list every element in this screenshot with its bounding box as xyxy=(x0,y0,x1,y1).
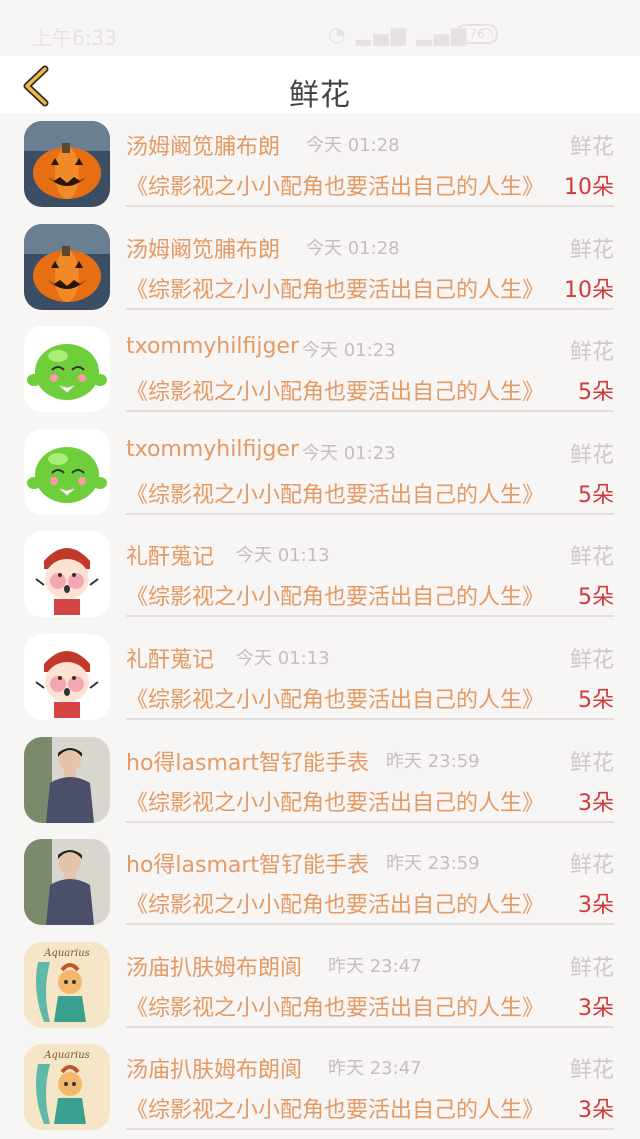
list-item[interactable]: 礼酐蒐记 今天 01:13 鲜花 《综影视之小小配角也要活出自己的人生》 5朵 xyxy=(0,523,640,626)
book-title: 《综影视之小小配角也要活出自己的人生》 xyxy=(126,893,545,919)
user-name: ho得lasmart智钌能手表 xyxy=(126,853,370,879)
svg-text:Aquarius: Aquarius xyxy=(43,1050,90,1061)
user-name: 汤庙扒肤姆布朗阆 xyxy=(126,955,303,981)
book-title: 《综影视之小小配角也要活出自己的人生》 xyxy=(126,687,545,713)
gift-type: 鲜花 xyxy=(569,647,614,673)
time-stamp: 昨天 23:47 xyxy=(328,1058,422,1080)
book-title: 《综影视之小小配角也要活出自己的人生》 xyxy=(126,995,545,1021)
avatar[interactable] xyxy=(24,428,110,515)
user-name: 礼酐蒐记 xyxy=(126,647,215,673)
list-item[interactable]: txommyhilfijger 今天 01:23 鲜花 《综影视之小小配角也要活出自己… xyxy=(0,421,640,524)
user-name: txommyhilfijger xyxy=(126,436,299,462)
list-item[interactable]: ho得lasmart智钌能手表 昨天 23:59 鲜花 《综影视之小小配角也要活出自己… xyxy=(0,831,640,934)
flower-count: 10朵 xyxy=(564,277,614,303)
gift-type: 鲜花 xyxy=(569,750,614,776)
aquarius-avatar-icon: Aquarius xyxy=(24,1044,110,1131)
flower-count: 3朵 xyxy=(578,995,614,1021)
gift-type: 鲜花 xyxy=(569,1058,614,1084)
gift-type: 鲜花 xyxy=(569,545,614,571)
row-divider xyxy=(126,410,614,413)
list-item[interactable]: txommyhilfijger 今天 01:23 鲜花 《综影视之小小配角也要活出自己… xyxy=(0,318,640,421)
battery-icon: 76 xyxy=(456,24,498,44)
book-title: 《综影视之小小配角也要活出自己的人生》 xyxy=(126,277,545,303)
avatar[interactable] xyxy=(24,326,110,413)
flower-count: 5朵 xyxy=(578,380,614,406)
time-stamp: 今天 01:28 xyxy=(306,237,400,259)
avatar[interactable] xyxy=(24,633,110,720)
row-divider xyxy=(126,307,614,310)
flower-count: 10朵 xyxy=(564,175,614,200)
row-divider xyxy=(126,923,614,926)
svg-text:Aquarius: Aquarius xyxy=(43,948,90,959)
avatar[interactable] xyxy=(24,531,110,618)
status-bar: 上午6:33 ◔ ▂▄▆ ▂▄▆ ◠ 76 xyxy=(0,0,640,56)
row-divider xyxy=(126,820,614,823)
flower-count: 5朵 xyxy=(578,482,614,508)
user-name: 汤姆阚笕脯布朗 xyxy=(126,237,281,263)
book-title: 《综影视之小小配角也要活出自己的人生》 xyxy=(126,482,545,508)
list-item[interactable]: 礼酐蒐记 今天 01:13 鲜花 《综影视之小小配角也要活出自己的人生》 5朵 xyxy=(0,626,640,729)
row-divider xyxy=(126,717,614,720)
cartoon-face-avatar-icon xyxy=(24,531,110,618)
time-stamp: 昨天 23:47 xyxy=(328,955,422,977)
person-photo-avatar-icon xyxy=(24,736,110,823)
pumpkin-avatar-icon xyxy=(24,121,110,207)
page-title: 鲜花 xyxy=(289,78,351,113)
time-stamp: 昨天 23:59 xyxy=(386,853,480,875)
gift-type: 鲜花 xyxy=(569,853,614,879)
flower-count: 3朵 xyxy=(578,893,614,919)
row-divider xyxy=(126,1128,614,1131)
avatar[interactable]: Aquarius xyxy=(24,941,110,1028)
cartoon-face-avatar-icon xyxy=(24,633,110,720)
gift-type: 鲜花 xyxy=(569,442,614,468)
row-divider xyxy=(126,205,614,207)
avatar[interactable] xyxy=(24,121,110,207)
book-title: 《综影视之小小配角也要活出自己的人生》 xyxy=(126,1098,545,1124)
book-title: 《综影视之小小配角也要活出自己的人生》 xyxy=(126,175,545,200)
flower-count: 5朵 xyxy=(578,585,614,611)
time-stamp: 今天 01:13 xyxy=(236,545,330,567)
avatar[interactable]: Aquarius xyxy=(24,1044,110,1131)
avatar[interactable] xyxy=(24,736,110,823)
status-time: 上午6:33 xyxy=(32,26,117,50)
flower-list: 汤姆阚笕脯布朗 今天 01:28 鲜花 《综影视之小小配角也要活出自己的人生》 10朵 … xyxy=(0,113,640,1139)
user-name: 汤庙扒肤姆布朗阆 xyxy=(126,1058,303,1084)
user-name: txommyhilfijger xyxy=(126,334,299,360)
flower-count: 5朵 xyxy=(578,687,614,713)
gift-type: 鲜花 xyxy=(569,135,614,160)
book-title: 《综影视之小小配角也要活出自己的人生》 xyxy=(126,380,545,406)
row-divider xyxy=(126,615,614,618)
person-photo-avatar-icon xyxy=(24,839,110,926)
time-stamp: 今天 01:28 xyxy=(306,135,400,156)
flower-count: 3朵 xyxy=(578,1098,614,1124)
gift-type: 鲜花 xyxy=(569,340,614,366)
time-stamp: 今天 01:23 xyxy=(302,340,396,362)
list-item[interactable]: 汤姆阚笕脯布朗 今天 01:28 鲜花 《综影视之小小配角也要活出自己的人生》 10朵 xyxy=(0,113,640,216)
green-blob-avatar-icon xyxy=(24,326,110,413)
list-item[interactable]: 汤姆阚笕脯布朗 今天 01:28 鲜花 《综影视之小小配角也要活出自己的人生》 10朵 xyxy=(0,216,640,319)
time-stamp: 今天 01:23 xyxy=(302,442,396,464)
book-title: 《综影视之小小配角也要活出自己的人生》 xyxy=(126,585,545,611)
row-divider xyxy=(126,512,614,515)
pumpkin-avatar-icon xyxy=(24,223,110,310)
row-divider xyxy=(126,1025,614,1028)
list-item[interactable]: Aquarius 汤庙扒肤姆布朗阆 昨天 23:47 鲜花 《综影视之小小配角也要活出… xyxy=(0,934,640,1037)
list-item[interactable]: Aquarius 汤庙扒肤姆布朗阆 昨天 23:47 鲜花 《综影视之小小配角也要活出… xyxy=(0,1036,640,1139)
user-name: 礼酐蒐记 xyxy=(126,545,215,571)
gift-type: 鲜花 xyxy=(569,955,614,981)
flower-count: 3朵 xyxy=(578,790,614,816)
list-item[interactable]: ho得lasmart智钌能手表 昨天 23:59 鲜花 《综影视之小小配角也要活出自己… xyxy=(0,729,640,832)
avatar[interactable] xyxy=(24,223,110,310)
user-name: 汤姆阚笕脯布朗 xyxy=(126,135,281,160)
green-blob-avatar-icon xyxy=(24,428,110,515)
header-bar: 鲜花 xyxy=(0,56,640,113)
aquarius-avatar-icon: Aquarius xyxy=(24,941,110,1028)
time-stamp: 今天 01:13 xyxy=(236,647,330,669)
avatar[interactable] xyxy=(24,839,110,926)
book-title: 《综影视之小小配角也要活出自己的人生》 xyxy=(126,790,545,816)
user-name: ho得lasmart智钌能手表 xyxy=(126,750,370,776)
time-stamp: 昨天 23:59 xyxy=(386,750,480,772)
gift-type: 鲜花 xyxy=(569,237,614,263)
